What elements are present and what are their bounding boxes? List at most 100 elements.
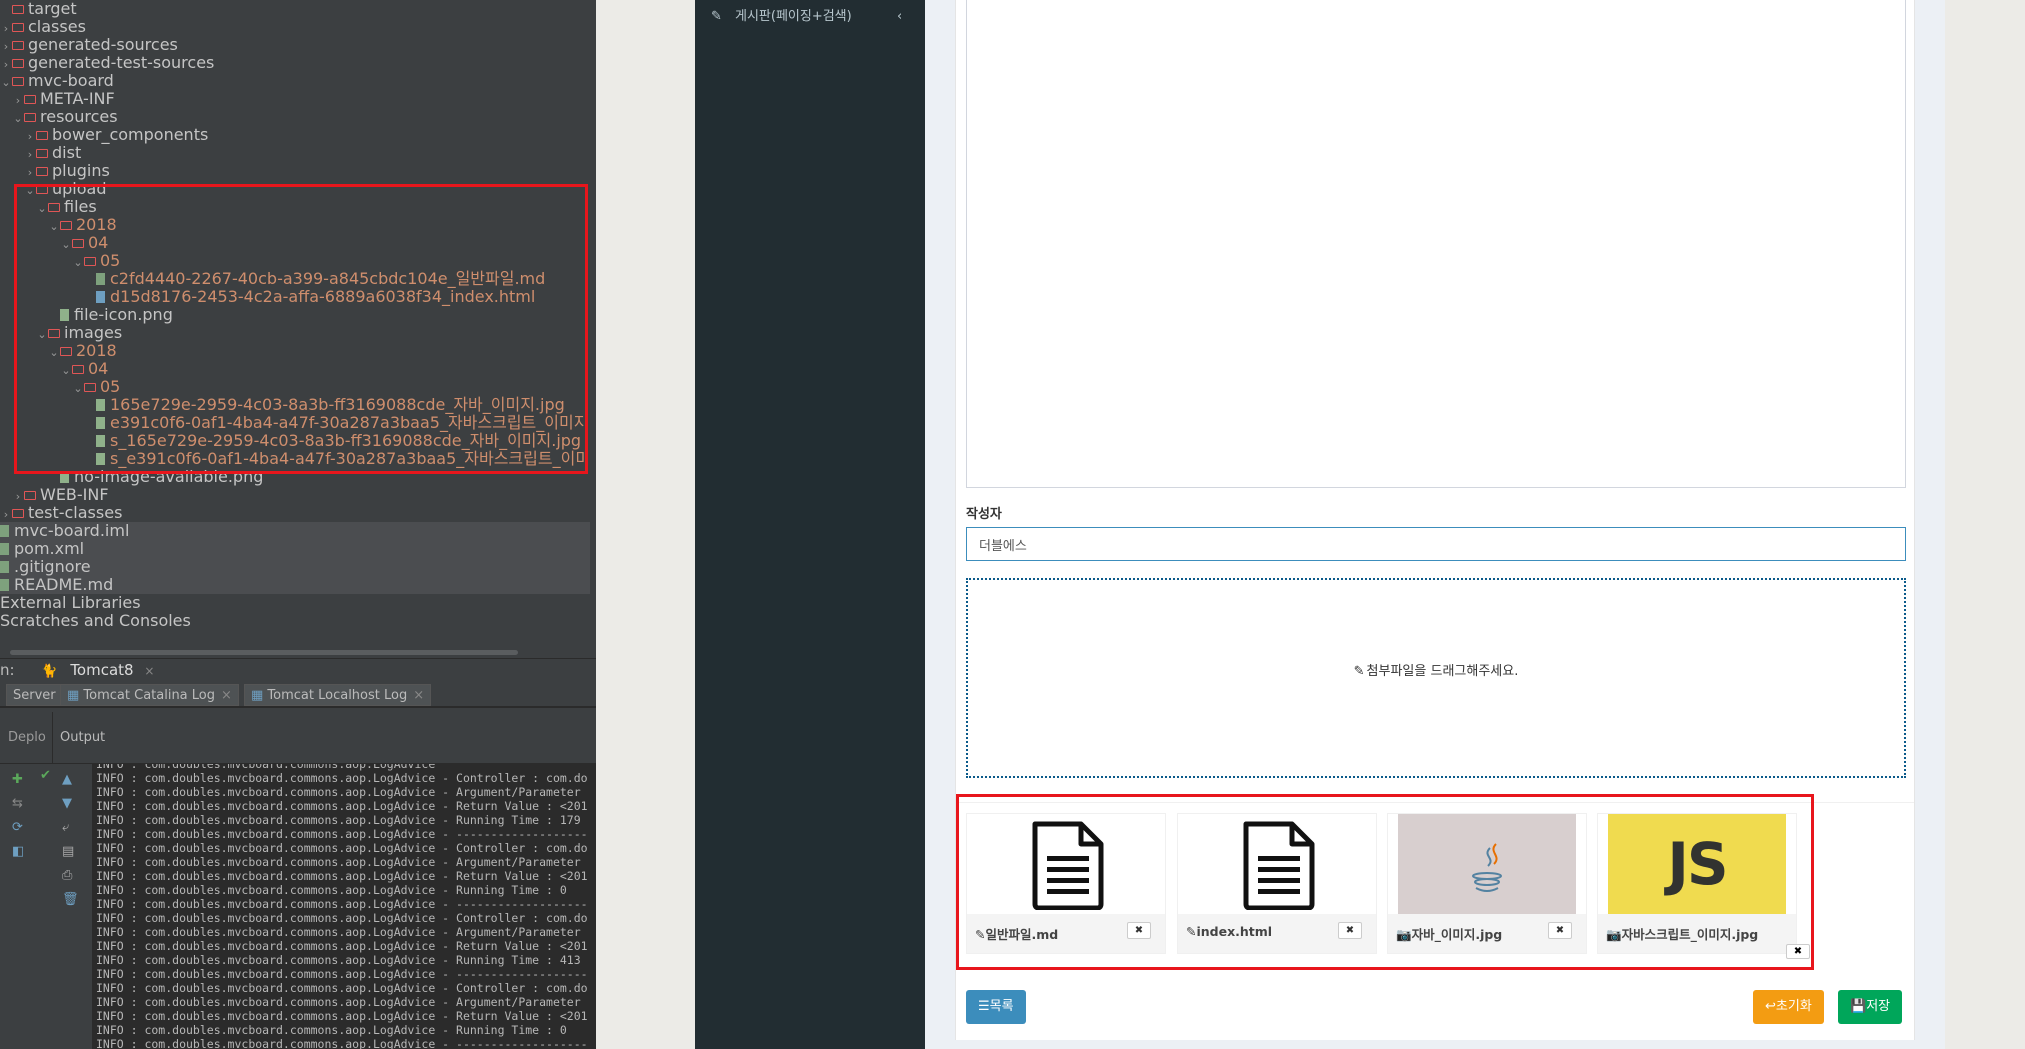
reply-icon: ↩ (1765, 999, 1776, 1014)
deployment-label: Deplo (8, 730, 46, 745)
tab-catalina-log[interactable]: ▦ Tomcat Catalina Log × (60, 684, 239, 706)
attachment-name[interactable]: ✎일반파일.md (975, 924, 1058, 943)
tree-item-label: External Libraries (0, 593, 141, 612)
folder-icon (12, 23, 24, 32)
tree-item[interactable]: Scratches and Consoles (0, 612, 191, 630)
check-icon: ✔ (40, 768, 51, 783)
attachment-card: ✎일반파일.md ✖ (966, 813, 1166, 954)
chevron-left-icon[interactable]: ‹ (897, 0, 902, 34)
folder-icon (12, 509, 24, 518)
tree-item[interactable]: › test-classes (0, 503, 123, 522)
attachment-name[interactable]: 📷자바스크립트_이미지.jpg (1606, 924, 1758, 943)
tree-item[interactable]: › dist (0, 144, 81, 162)
remove-attachment-button[interactable]: ✖ (1786, 944, 1810, 959)
run-toolbar: n: 🐈 Tomcat8 × (0, 658, 596, 680)
tree-item[interactable]: › classes (0, 18, 86, 36)
tree-item[interactable]: pom.xml (0, 540, 590, 558)
attachment-thumbnail[interactable] (967, 814, 1165, 914)
tab-server[interactable]: Server (6, 684, 63, 706)
tab-localhost-log[interactable]: ▦ Tomcat Localhost Log × (244, 684, 432, 706)
tree-horizontal-scrollbar[interactable] (10, 650, 518, 655)
page-background (1945, 0, 2025, 1049)
paperclip-icon: ✎ (1186, 924, 1197, 939)
deploy-icon[interactable]: ✚ (12, 772, 23, 787)
attachment-name[interactable]: ✎index.html (1186, 924, 1272, 939)
console-output: INFO : com.doubles.mvcboard.commons.aop.… (92, 764, 596, 1049)
tree-item-label: dist (52, 143, 82, 162)
tool-icon[interactable]: ◧ (12, 844, 24, 859)
arrow-down-icon[interactable]: ▼ (62, 796, 72, 811)
paperclip-icon: ✎ (975, 927, 986, 942)
close-icon[interactable]: × (221, 688, 232, 703)
drop-hint: ✎ 첨부파일을 드래그해주세요. (1353, 664, 1519, 679)
remove-attachment-button[interactable]: ✖ (1127, 922, 1151, 939)
camera-icon: 📷 (1396, 927, 1412, 942)
log-line: INFO : com.doubles.mvcboard.commons.aop.… (96, 771, 588, 785)
log-line: INFO : com.doubles.mvcboard.commons.aop.… (96, 1037, 588, 1049)
log-line: INFO : com.doubles.mvcboard.commons.aop.… (96, 995, 581, 1009)
tree-item-label: resources (40, 107, 118, 126)
content-textarea[interactable] (966, 0, 1906, 488)
log-line: INFO : com.doubles.mvcboard.commons.aop.… (96, 1009, 588, 1023)
tree-item[interactable]: › WEB-INF (0, 486, 109, 504)
refresh-icon[interactable]: ⟳ (12, 820, 23, 835)
folder-icon (36, 131, 48, 140)
remove-attachment-button[interactable]: ✖ (1548, 922, 1572, 939)
list-icon: ☰ (978, 999, 990, 1014)
log-icon: ▦ (67, 688, 84, 703)
tree-item[interactable]: README.md (0, 576, 590, 594)
log-line: INFO : com.doubles.mvcboard.commons.aop.… (96, 785, 581, 799)
attachment-name[interactable]: 📷자바_이미지.jpg (1396, 924, 1502, 943)
scroll-end-icon[interactable]: ▤ (62, 844, 74, 859)
close-icon[interactable]: × (413, 688, 424, 703)
tree-item[interactable]: › plugins (0, 162, 110, 180)
tree-item-label: target (28, 0, 77, 18)
file-icon (0, 579, 9, 591)
tree-item[interactable]: › META-INF (0, 90, 115, 108)
tree-item-label: generated-sources (28, 35, 178, 54)
print-icon[interactable]: ⎙ (62, 868, 72, 883)
close-icon[interactable]: × (144, 664, 154, 678)
content-area: 작성자 더블에스 ✎ 첨부파일을 드래그해주세요. ✎일반파일.md ✖ ✎in… (925, 0, 1945, 1049)
attachment-thumbnail[interactable]: JS (1598, 814, 1796, 914)
list-button[interactable]: ☰목록 (966, 990, 1026, 1024)
undeploy-icon[interactable]: ⇆ (12, 796, 23, 811)
folder-icon (36, 149, 48, 158)
log-line: INFO : com.doubles.mvcboard.commons.aop.… (96, 841, 588, 855)
wrap-icon[interactable]: ⤶ (62, 820, 69, 835)
log-line: INFO : com.doubles.mvcboard.commons.aop.… (96, 953, 581, 967)
trash-icon[interactable]: 🗑 (62, 892, 79, 907)
reset-button[interactable]: ↩초기화 (1753, 990, 1824, 1024)
file-drop-zone[interactable]: ✎ 첨부파일을 드래그해주세요. (966, 578, 1906, 778)
tree-item[interactable]: mvc-board.iml (0, 522, 590, 540)
tree-item[interactable]: › generated-sources (0, 36, 178, 54)
tree-item[interactable]: ⌄ mvc-board (0, 72, 113, 90)
log-line: INFO : com.doubles.mvcboard.commons.aop.… (96, 897, 588, 911)
tree-item[interactable]: .gitignore (0, 558, 590, 576)
tree-item[interactable]: External Libraries (0, 594, 141, 612)
tree-item-label: README.md (14, 575, 114, 594)
attachment-card: 📷자바_이미지.jpg ✖ (1387, 813, 1587, 954)
admin-sidebar: ✎ 게시판(페이징+검색) ‹ (695, 0, 925, 1049)
folder-icon (12, 59, 24, 68)
file-icon (0, 561, 9, 573)
log-line: INFO : com.doubles.mvcboard.commons.aop.… (96, 813, 581, 827)
tree-item[interactable]: › bower_components (0, 125, 209, 144)
divider (52, 712, 53, 764)
tree-item[interactable]: ⌄ resources (0, 107, 118, 126)
tree-item[interactable]: target (0, 0, 77, 18)
save-button[interactable]: 💾저장 (1838, 990, 1903, 1024)
attachment-thumbnail[interactable] (1388, 814, 1586, 914)
tree-item-label: test-classes (28, 503, 123, 522)
tree-item-label: bower_components (52, 125, 209, 144)
attachment-thumbnail[interactable] (1178, 814, 1376, 914)
run-config-tab[interactable]: Tomcat8 (70, 661, 133, 679)
sidebar-item-board[interactable]: ✎ 게시판(페이징+검색) ‹ (695, 0, 925, 34)
save-icon: 💾 (1850, 999, 1867, 1014)
document-icon (1032, 821, 1104, 910)
writer-input[interactable]: 더블에스 (966, 527, 1906, 561)
remove-attachment-button[interactable]: ✖ (1338, 922, 1362, 939)
tree-item[interactable]: › generated-test-sources (0, 54, 215, 72)
arrow-up-icon[interactable]: ▲ (62, 772, 72, 787)
sidebar-item-label: 게시판(페이징+검색) (735, 9, 852, 24)
